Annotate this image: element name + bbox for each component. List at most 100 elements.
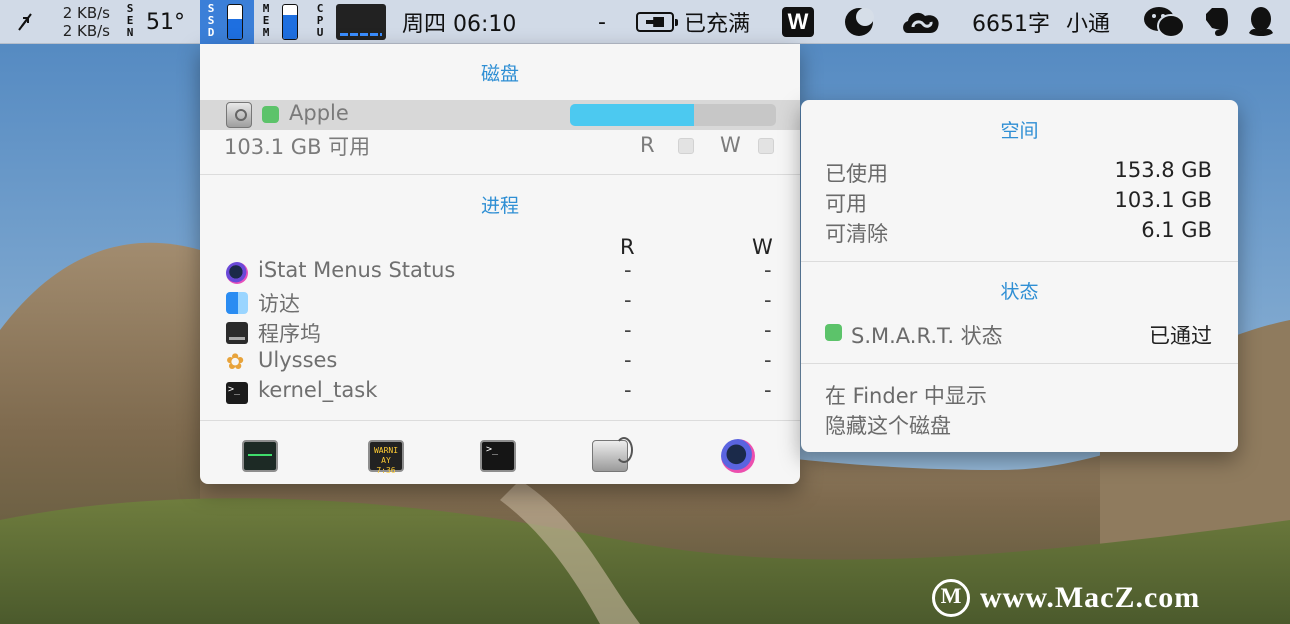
smart-value: 已通过	[1149, 324, 1212, 348]
disk-read-label: R	[640, 133, 655, 157]
dock-icon	[226, 322, 248, 344]
process-read: -	[624, 348, 632, 372]
process-write: -	[764, 288, 772, 312]
process-section-title: 进程	[480, 195, 519, 217]
process-name: 访达	[258, 292, 300, 316]
process-read: -	[624, 318, 632, 342]
memory-meter-fill	[283, 15, 297, 39]
cpu-graph[interactable]	[336, 4, 386, 40]
process-read: -	[624, 258, 632, 282]
network-arrows-icon[interactable]	[16, 0, 34, 44]
disk-status-indicator	[262, 106, 279, 123]
process-row[interactable]: ✿ Ulysses - -	[200, 348, 800, 378]
used-value: 153.8 GB	[1114, 158, 1212, 182]
menu-bar: 2 KB/s 2 KB/s SEN 51° SSD MEM CPU 周四 06:…	[0, 0, 1290, 44]
process-read: -	[624, 288, 632, 312]
menu-clock[interactable]: 周四 06:10	[402, 0, 516, 44]
qq-icon[interactable]	[1246, 0, 1276, 44]
disk-write-label: W	[720, 133, 741, 157]
hard-drive-icon	[226, 102, 252, 128]
disk-name: Apple	[289, 101, 349, 125]
process-name: 程序坞	[258, 322, 321, 346]
menu-dash[interactable]: -	[598, 0, 606, 44]
process-name: Ulysses	[258, 348, 338, 372]
show-in-finder-item[interactable]: 在 Finder 中显示	[825, 380, 987, 410]
process-write: -	[764, 378, 772, 402]
battery-icon[interactable]	[636, 12, 678, 32]
divider	[801, 363, 1238, 364]
wps-icon[interactable]: W	[782, 7, 814, 37]
ssd-meter	[227, 4, 243, 40]
network-upload-rate: 2 KB/s	[62, 4, 110, 22]
user-name[interactable]: 小通	[1066, 0, 1110, 44]
smart-label: S.M.A.R.T. 状态	[851, 324, 1003, 348]
console-icon[interactable]: WARNI AY 7:36	[368, 440, 404, 475]
process-row[interactable]: iStat Menus Status - -	[200, 258, 800, 288]
disk-details-popover: 空间 已使用 153.8 GB 可用 103.1 GB 可清除 6.1 GB 状…	[801, 100, 1238, 452]
disk-utility-icon[interactable]	[592, 437, 633, 472]
network-rates[interactable]: 2 KB/s 2 KB/s	[52, 4, 110, 40]
disk-free-space: 103.1 GB 可用	[224, 135, 371, 159]
ssd-label-text: SSD	[207, 2, 215, 39]
purgeable-value: 6.1 GB	[1141, 218, 1212, 242]
istat-menus-icon[interactable]	[721, 439, 755, 473]
divider	[200, 420, 800, 421]
space-section-title: 空间	[1000, 120, 1039, 142]
butterfly-icon: ✿	[226, 350, 245, 375]
divider	[200, 174, 800, 175]
watermark-logo-icon	[932, 579, 970, 617]
purgeable-label: 可清除	[825, 222, 888, 246]
read-column-header: R	[620, 235, 635, 259]
temperature-reading[interactable]: 51°	[146, 0, 185, 44]
process-write: -	[764, 348, 772, 372]
terminal-app-icon[interactable]: >_	[480, 440, 516, 472]
process-write: -	[764, 318, 772, 342]
watermark-text: www.MacZ.com	[980, 581, 1201, 614]
used-label: 已使用	[825, 162, 888, 186]
divider	[801, 261, 1238, 262]
status-section-title: 状态	[1000, 281, 1039, 303]
istat-disk-dropdown: 磁盘 Apple 103.1 GB 可用 R W 进程 R W iStat Me…	[200, 44, 800, 484]
memory-label[interactable]: MEM	[259, 3, 273, 39]
disk-section-title: 磁盘	[480, 63, 519, 85]
process-read: -	[624, 378, 632, 402]
wechat-icon[interactable]	[1143, 0, 1185, 44]
cpu-graph-baseline	[340, 33, 382, 36]
watermark: www.MacZ.com	[932, 576, 1200, 620]
disk-write-indicator	[758, 138, 774, 154]
ssd-menu-item-active[interactable]: SSD	[200, 0, 254, 44]
smart-status-indicator	[825, 324, 842, 341]
memory-meter[interactable]	[282, 4, 298, 40]
process-row[interactable]: 程序坞 - -	[200, 318, 800, 348]
app-shortcuts: WARNI AY 7:36 >_	[200, 436, 800, 476]
moon-icon[interactable]	[843, 0, 875, 44]
creative-cloud-icon[interactable]	[900, 0, 942, 44]
cpu-label[interactable]: CPU	[313, 3, 327, 39]
ssd-meter-fill	[228, 18, 242, 39]
sensors-label[interactable]: SEN	[123, 3, 137, 39]
process-write: -	[764, 258, 772, 282]
battery-status[interactable]: 已充满	[684, 0, 750, 44]
cpu-label-text: CPU	[316, 2, 324, 39]
terminal-icon: >_	[226, 382, 248, 404]
write-column-header: W	[752, 235, 773, 259]
disk-read-indicator	[678, 138, 694, 154]
word-count[interactable]: 6651字	[972, 0, 1050, 44]
plug-icon	[646, 17, 664, 27]
process-row[interactable]: >_ kernel_task - -	[200, 378, 800, 408]
activity-monitor-icon[interactable]	[242, 440, 278, 472]
process-name: iStat Menus Status	[258, 258, 456, 282]
disk-usage-fill	[570, 104, 694, 126]
sensors-label-text: SEN	[126, 2, 134, 39]
finder-icon	[226, 292, 248, 314]
network-download-rate: 2 KB/s	[62, 22, 110, 40]
memory-label-text: MEM	[262, 2, 270, 39]
ssd-label: SSD	[204, 3, 218, 39]
evernote-icon[interactable]	[1200, 0, 1230, 44]
istat-icon	[226, 262, 248, 284]
available-value: 103.1 GB	[1114, 188, 1212, 212]
available-label: 可用	[825, 192, 867, 216]
process-row[interactable]: 访达 - -	[200, 288, 800, 318]
disk-usage-bar	[570, 104, 776, 126]
hide-disk-item[interactable]: 隐藏这个磁盘	[825, 410, 951, 440]
